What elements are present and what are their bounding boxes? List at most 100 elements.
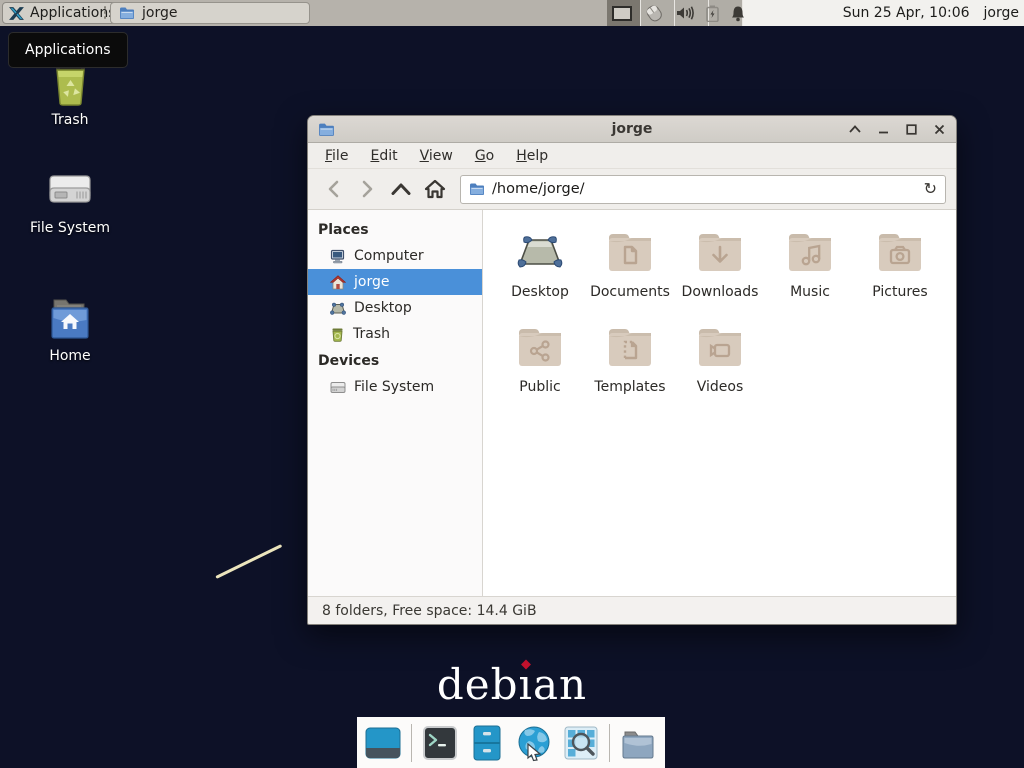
workspace-1[interactable] [607,0,641,26]
up-button[interactable] [386,174,416,204]
file-label: Pictures [872,284,927,300]
menu-view[interactable]: View [413,145,460,167]
shade-button[interactable] [848,122,862,136]
show-desktop-button[interactable] [364,724,402,762]
sidebar-item-label: Computer [354,248,424,264]
web-browser-globe-icon [515,724,553,762]
menu-edit[interactable]: Edit [363,145,404,167]
mouse-icon[interactable] [643,4,665,22]
close-button[interactable] [932,122,946,136]
file-label: Downloads [682,284,759,300]
path-entry[interactable]: /home/jorge/ ↻ [460,175,946,204]
folder-icon [119,6,135,20]
music-folder-icon [785,228,835,276]
pictures-folder-icon [875,228,925,276]
file-cabinet-icon [468,724,506,762]
file-label: Desktop [511,284,569,300]
status-text: 8 folders, Free space: 14.4 GiB [322,603,537,619]
back-button[interactable] [318,174,348,204]
desktop-icon-label: Trash [52,112,89,128]
debian-wordmark: debıan [437,660,587,709]
menu-go[interactable]: Go [468,145,501,167]
terminal-launcher[interactable] [421,724,459,762]
desktop-icon-label: Home [49,348,90,364]
top-panel: Applications jorge [0,0,1024,26]
maximize-button[interactable] [904,122,918,136]
sidebar-header-places: Places [308,216,482,243]
desktop-icon-home[interactable]: Home [22,296,118,364]
panel-clock-area: Sun 25 Apr, 10:06 jorge [843,0,1019,26]
templates-folder-icon [605,323,655,371]
sidebar-header-devices: Devices [308,347,482,374]
desktop-icon [330,301,346,316]
tooltip-text: Applications [25,42,111,58]
trash-icon [330,327,345,342]
web-browser-launcher[interactable] [515,724,553,762]
hard-drive-icon [330,381,346,394]
show-desktop-icon [364,724,402,762]
file-list-view[interactable]: Desktop Documents [483,210,956,596]
app-finder-icon [562,724,600,762]
window-titlebar[interactable]: jorge [308,116,956,143]
panel-clock[interactable]: Sun 25 Apr, 10:06 [843,5,970,21]
taskbar-window-label: jorge [142,5,177,21]
home-button[interactable] [420,174,450,204]
file-item-videos[interactable]: Videos [675,319,765,414]
menu-file[interactable]: File [318,145,355,167]
panel-drag-handle[interactable] [103,5,108,21]
desktop-special-icon [515,228,565,276]
file-label: Music [790,284,830,300]
sidebar: Places Computer jorge [308,210,483,596]
folder-icon [619,724,657,762]
bottom-dock-panel [357,717,665,768]
xfce-logo-icon [8,5,25,22]
computer-icon [330,249,346,264]
sidebar-item-trash[interactable]: Trash [308,321,482,347]
path-folder-icon [469,182,485,196]
sidebar-item-desktop[interactable]: Desktop [308,295,482,321]
applications-tooltip: Applications [8,32,128,68]
hard-drive-icon [46,170,94,214]
window-body: Places Computer jorge [308,210,956,596]
file-item-music[interactable]: Music [765,224,855,319]
taskbar-window-button[interactable]: jorge [110,2,310,24]
file-item-public[interactable]: Public [495,319,585,414]
public-folder-icon [515,323,565,371]
menu-help[interactable]: Help [509,145,555,167]
file-label: Templates [594,379,665,395]
file-label: Documents [590,284,670,300]
forward-button[interactable] [352,174,382,204]
file-item-templates[interactable]: Templates [585,319,675,414]
dock-separator [609,724,610,762]
minimize-button[interactable] [876,122,890,136]
file-item-desktop[interactable]: Desktop [495,224,585,319]
file-manager-launcher[interactable] [468,724,506,762]
sidebar-item-label: Desktop [354,300,412,316]
workspace-window-preview [612,6,632,21]
desktop-icon-trash[interactable]: Trash [22,58,118,128]
downloads-folder-icon [695,228,745,276]
debian-red-dot-icon [521,660,531,670]
battery-icon[interactable] [706,5,719,22]
sidebar-item-file-system[interactable]: File System [308,374,482,400]
file-item-pictures[interactable]: Pictures [855,224,945,319]
videos-folder-icon [695,323,745,371]
notifications-bell-icon[interactable] [730,5,746,22]
file-item-documents[interactable]: Documents [585,224,675,319]
desktop-icon-file-system[interactable]: File System [22,170,118,236]
app-finder-launcher[interactable] [562,724,600,762]
panel-username[interactable]: jorge [984,5,1019,21]
desktop-icon-label: File System [30,220,110,236]
sidebar-item-computer[interactable]: Computer [308,243,482,269]
sidebar-item-jorge[interactable]: jorge [308,269,482,295]
file-item-downloads[interactable]: Downloads [675,224,765,319]
terminal-icon [421,724,459,762]
volume-icon[interactable] [676,5,695,21]
directory-menu-button[interactable] [619,724,657,762]
system-tray [643,0,746,26]
menu-bar: File Edit View Go Help [308,143,956,169]
documents-folder-icon [605,228,655,276]
reload-button[interactable]: ↻ [924,181,937,197]
path-text: /home/jorge/ [492,181,917,197]
debian-wallpaper-logo: debıan [0,660,1024,709]
